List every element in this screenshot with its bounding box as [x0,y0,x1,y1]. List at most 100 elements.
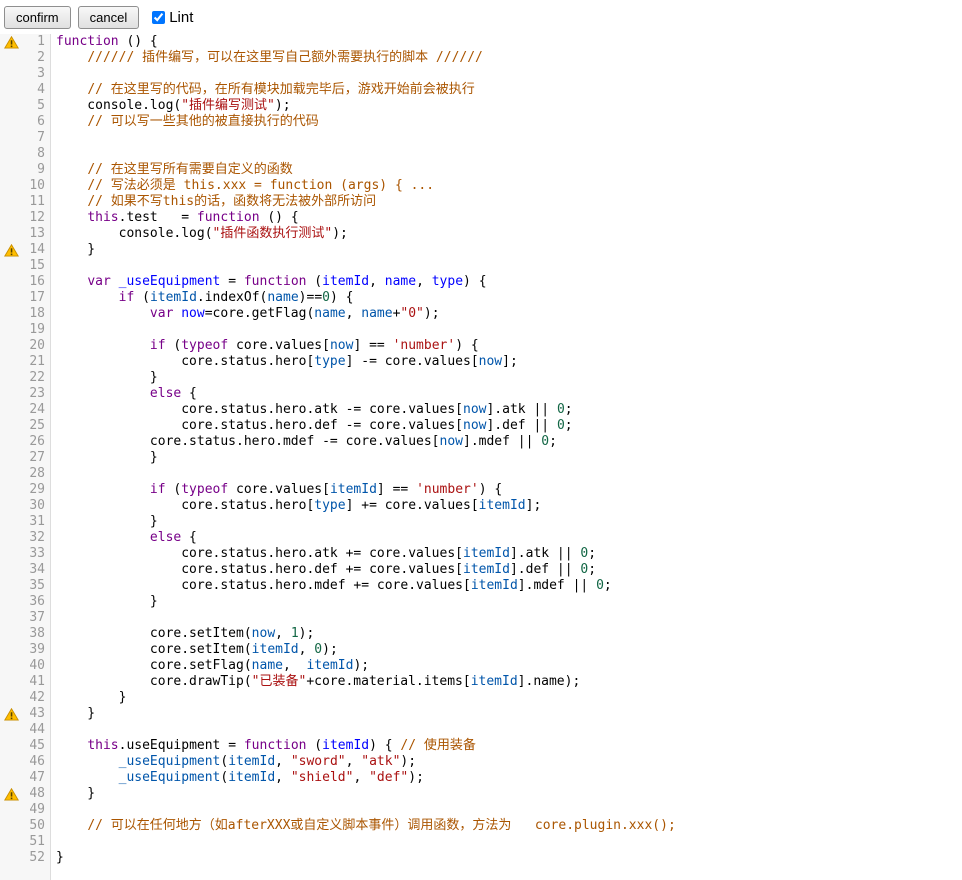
code-text[interactable] [51,722,56,738]
code-text[interactable]: if (typeof core.values[itemId] == 'numbe… [51,482,502,498]
code-line[interactable]: 45 this.useEquipment = function (itemId)… [0,738,962,754]
code-text[interactable]: console.log("插件编写测试"); [51,98,291,114]
code-text[interactable]: } [51,514,158,530]
code-line[interactable]: 26 core.status.hero.mdef -= core.values[… [0,434,962,450]
code-text[interactable]: core.setItem(itemId, 0); [51,642,338,658]
code-text[interactable]: function () { [51,34,158,50]
code-text[interactable]: if (typeof core.values[now] == 'number')… [51,338,479,354]
code-text[interactable] [51,610,56,626]
code-text[interactable]: _useEquipment(itemId, "sword", "atk"); [51,754,416,770]
code-text[interactable] [51,802,56,818]
code-text[interactable]: } [51,850,64,866]
code-line[interactable]: 17 if (itemId.indexOf(name)==0) { [0,290,962,306]
code-line[interactable]: 3 [0,66,962,82]
code-line[interactable]: 47 _useEquipment(itemId, "shield", "def"… [0,770,962,786]
code-text[interactable]: // 在这里写的代码，在所有模块加载完毕后，游戏开始前会被执行 [51,82,475,98]
code-line[interactable]: 43 } [0,706,962,722]
code-line[interactable]: 46 _useEquipment(itemId, "sword", "atk")… [0,754,962,770]
code-text[interactable]: _useEquipment(itemId, "shield", "def"); [51,770,424,786]
code-text[interactable] [51,466,56,482]
code-text[interactable] [51,322,56,338]
code-line[interactable]: 42 } [0,690,962,706]
code-text[interactable]: if (itemId.indexOf(name)==0) { [51,290,353,306]
code-line[interactable]: 8 [0,146,962,162]
code-line[interactable]: 5 console.log("插件编写测试"); [0,98,962,114]
code-text[interactable] [51,130,56,146]
code-line[interactable]: 23 else { [0,386,962,402]
code-text[interactable]: core.status.hero.mdef -= core.values[now… [51,434,557,450]
code-line[interactable]: 27 } [0,450,962,466]
code-line[interactable]: 44 [0,722,962,738]
code-text[interactable]: // 如果不写this的话，函数将无法被外部所访问 [51,194,376,210]
code-text[interactable] [51,258,56,274]
code-text[interactable]: console.log("插件函数执行测试"); [51,226,348,242]
code-line[interactable]: 29 if (typeof core.values[itemId] == 'nu… [0,482,962,498]
code-text[interactable]: this.useEquipment = function (itemId) { … [51,738,476,754]
code-text[interactable]: core.status.hero[type] -= core.values[no… [51,354,518,370]
code-text[interactable]: core.setFlag(name, itemId); [51,658,369,674]
code-line[interactable]: 32 else { [0,530,962,546]
code-line[interactable]: 1function () { [0,34,962,50]
code-text[interactable]: } [51,690,126,706]
lint-checkbox[interactable] [152,11,165,24]
code-line[interactable]: 20 if (typeof core.values[now] == 'numbe… [0,338,962,354]
code-line[interactable]: 14 } [0,242,962,258]
code-line[interactable]: 6 // 可以写一些其他的被直接执行的代码 [0,114,962,130]
confirm-button[interactable]: confirm [4,6,71,29]
code-line[interactable]: 40 core.setFlag(name, itemId); [0,658,962,674]
code-line[interactable]: 10 // 写法必须是 this.xxx = function (args) {… [0,178,962,194]
code-text[interactable]: var _useEquipment = function (itemId, na… [51,274,487,290]
code-line[interactable]: 33 core.status.hero.atk += core.values[i… [0,546,962,562]
code-text[interactable]: } [51,786,95,802]
code-text[interactable]: var now=core.getFlag(name, name+"0"); [51,306,440,322]
code-line[interactable]: 4 // 在这里写的代码，在所有模块加载完毕后，游戏开始前会被执行 [0,82,962,98]
code-line[interactable]: 21 core.status.hero[type] -= core.values… [0,354,962,370]
code-line[interactable]: 13 console.log("插件函数执行测试"); [0,226,962,242]
code-line[interactable]: 25 core.status.hero.def -= core.values[n… [0,418,962,434]
code-text[interactable]: // 可以在任何地方（如afterXXX或自定义脚本事件）调用函数，方法为 co… [51,818,676,834]
code-text[interactable]: // 写法必须是 this.xxx = function (args) { ..… [51,178,434,194]
code-line[interactable]: 28 [0,466,962,482]
code-text[interactable]: core.status.hero.atk += core.values[item… [51,546,596,562]
code-text[interactable] [51,66,56,82]
code-line[interactable]: 36 } [0,594,962,610]
code-text[interactable]: } [51,706,95,722]
code-text[interactable]: } [51,370,158,386]
code-line[interactable]: 50 // 可以在任何地方（如afterXXX或自定义脚本事件）调用函数，方法为… [0,818,962,834]
code-line[interactable]: 52} [0,850,962,866]
code-line[interactable]: 39 core.setItem(itemId, 0); [0,642,962,658]
code-line[interactable]: 48 } [0,786,962,802]
code-line[interactable]: 7 [0,130,962,146]
code-line[interactable]: 31 } [0,514,962,530]
code-line[interactable]: 11 // 如果不写this的话，函数将无法被外部所访问 [0,194,962,210]
code-text[interactable]: core.status.hero.def -= core.values[now]… [51,418,573,434]
code-line[interactable]: 35 core.status.hero.mdef += core.values[… [0,578,962,594]
code-line[interactable]: 34 core.status.hero.def += core.values[i… [0,562,962,578]
code-text[interactable]: ////// 插件编写，可以在这里写自己额外需要执行的脚本 ////// [51,50,483,66]
code-text[interactable]: core.status.hero[type] += core.values[it… [51,498,541,514]
code-text[interactable]: } [51,594,158,610]
code-line[interactable]: 9 // 在这里写所有需要自定义的函数 [0,162,962,178]
code-line[interactable]: 15 [0,258,962,274]
code-line[interactable]: 49 [0,802,962,818]
code-line[interactable]: 19 [0,322,962,338]
code-line[interactable]: 51 [0,834,962,850]
code-text[interactable]: core.drawTip("已装备"+core.material.items[i… [51,674,580,690]
code-text[interactable]: core.status.hero.mdef += core.values[ite… [51,578,612,594]
code-text[interactable]: core.setItem(now, 1); [51,626,314,642]
code-line[interactable]: 18 var now=core.getFlag(name, name+"0"); [0,306,962,322]
code-line[interactable]: 2 ////// 插件编写，可以在这里写自己额外需要执行的脚本 ////// [0,50,962,66]
code-text[interactable]: core.status.hero.def += core.values[item… [51,562,596,578]
code-line[interactable]: 38 core.setItem(now, 1); [0,626,962,642]
cancel-button[interactable]: cancel [78,6,140,29]
code-line[interactable]: 16 var _useEquipment = function (itemId,… [0,274,962,290]
code-text[interactable]: core.status.hero.atk -= core.values[now]… [51,402,573,418]
code-text[interactable]: this.test = function () { [51,210,299,226]
code-text[interactable]: } [51,242,95,258]
code-text[interactable]: // 在这里写所有需要自定义的函数 [51,162,293,178]
code-text[interactable]: else { [51,386,197,402]
code-editor[interactable]: 1function () {2 ////// 插件编写，可以在这里写自己额外需要… [0,34,962,880]
code-line[interactable]: 30 core.status.hero[type] += core.values… [0,498,962,514]
code-line[interactable]: 22 } [0,370,962,386]
code-line[interactable]: 37 [0,610,962,626]
